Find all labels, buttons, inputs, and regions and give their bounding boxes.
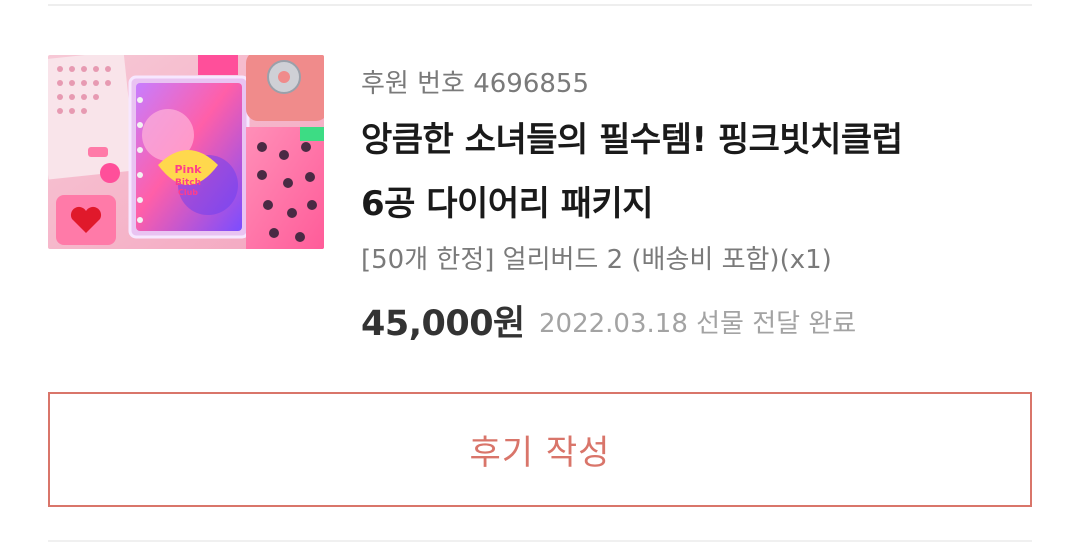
write-review-label: 후기 작성	[469, 433, 611, 473]
reward-option: [50개 한정] 얼리버드 2 (배송비 포함)(x1)	[361, 245, 832, 275]
top-divider	[48, 4, 1032, 6]
svg-text:Bitch: Bitch	[175, 178, 201, 188]
reward-title-line1: 앙큼한 소녀들의 필수템! 핑크빗치클럽	[361, 120, 903, 160]
reward-title-line2: 6공 다이어리 패키지	[361, 184, 654, 224]
product-thumbnail[interactable]: Pink Bitch Club	[48, 55, 324, 249]
reward-card[interactable]: Pink Bitch Club 후원 번호 4696855 앙큼한 소녀들의 필…	[48, 55, 1032, 345]
sponsor-number: 후원 번호 4696855	[361, 69, 590, 99]
product-thumbnail-image: Pink Bitch Club	[48, 55, 324, 249]
reward-price: 45,000원	[361, 304, 525, 344]
write-review-button[interactable]: 후기 작성	[48, 392, 1032, 507]
delivery-status: 2022.03.18 선물 전달 완료	[539, 309, 857, 339]
bottom-divider	[48, 540, 1032, 542]
svg-text:Club: Club	[178, 188, 198, 197]
svg-text:Pink: Pink	[175, 163, 203, 176]
reward-title[interactable]: 앙큼한 소녀들의 필수템! 핑크빗치클럽 6공 다이어리 패키지	[361, 108, 1001, 236]
